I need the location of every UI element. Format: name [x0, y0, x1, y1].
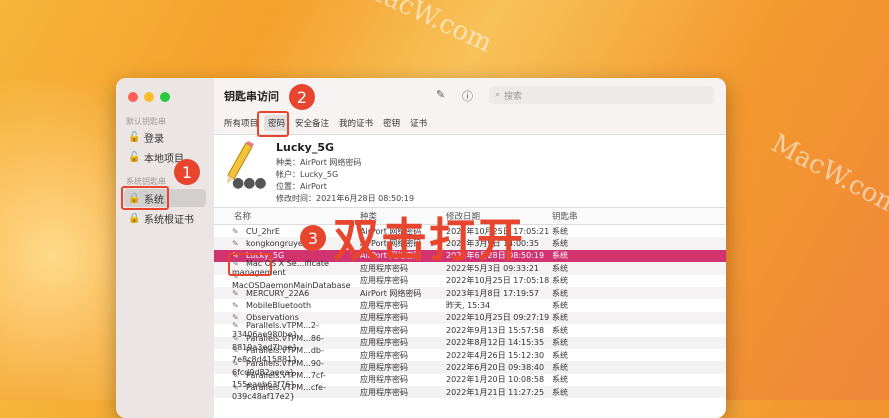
watermark-top: MacW.com	[355, 0, 497, 59]
table-row[interactable]: ✎ MobileBluetooth 应用程序密码 昨天, 15:34 系统	[214, 299, 726, 311]
table-row[interactable]: ✎MacOSDaemonMainDatabase 应用程序密码 2022年10月25…	[214, 272, 726, 290]
window-title: 钥匙串访问	[224, 90, 279, 103]
cell-modified: 2022年6月20日 09:38:40	[446, 362, 545, 372]
cell-modified: 2022年1月21日 11:27:25	[446, 387, 545, 397]
row-highlight	[228, 253, 272, 276]
cell-keychain: 系统	[552, 362, 568, 372]
cell-kind: 应用程序密码	[360, 325, 408, 335]
search-placeholder: 搜索	[504, 91, 523, 102]
key-item-icon: ✎	[232, 239, 239, 249]
zoom-button[interactable]	[160, 92, 170, 102]
key-item-icon: ✎	[232, 226, 239, 236]
cell-kind: 应用程序密码	[360, 338, 408, 348]
search-icon: ⌕	[495, 90, 501, 100]
cell-keychain: 系统	[552, 313, 568, 323]
tab-my-certificates[interactable]: 我的证书	[335, 115, 377, 131]
close-button[interactable]	[128, 92, 138, 102]
cell-name-text: Parallels.vTPM...cfe-039c48af17e2}	[232, 383, 326, 402]
key-item-icon: ✎	[232, 333, 239, 343]
tab-all-items[interactable]: 所有项目	[220, 115, 262, 131]
minimize-button[interactable]	[144, 92, 154, 102]
cell-keychain: 系统	[552, 226, 568, 236]
sidebar: 默认钥匙串 🔓 登录 🔓 本地项目 系统钥匙串 🔒 系统 🔒 系统根证书	[116, 78, 214, 418]
cell-modified: 2023年1月8日 17:19:57	[446, 288, 540, 298]
step-badge-1: 1	[174, 159, 200, 185]
key-item-icon: ✎	[232, 383, 239, 393]
cell-modified: 2022年1月20日 10:08:58	[446, 375, 545, 385]
cell-kind: 应用程序密码	[360, 362, 408, 372]
info-icon[interactable]: ⓘ	[462, 88, 473, 104]
cell-kind: 应用程序密码	[360, 375, 408, 385]
cell-name: ✎ Parallels.vTPM...cfe-039c48af17e2}	[214, 383, 360, 401]
sidebar-header-default: 默认钥匙串	[126, 117, 166, 126]
cell-kind: 应用程序密码	[360, 350, 408, 360]
watermark-right: MacW.com	[766, 128, 889, 222]
category-tabs: 所有项目 密码 安全备注 我的证书 密钥 证书	[214, 112, 726, 135]
lock-icon: 🔒	[128, 212, 141, 224]
lock-open-icon: 🔓	[128, 131, 141, 143]
detail-name: Lucky_5G	[276, 141, 335, 154]
tab-secure-notes[interactable]: 安全备注	[291, 115, 333, 131]
key-item-icon: ✎	[232, 288, 239, 298]
sidebar-item-label: 系统根证书	[144, 214, 194, 226]
cell-modified: 2022年8月12日 14:15:35	[446, 338, 545, 348]
cell-keychain: 系统	[552, 338, 568, 348]
tab-highlight	[257, 111, 289, 137]
cell-modified: 2022年9月13日 15:57:58	[446, 325, 545, 335]
table-row[interactable]: ✎ Parallels.vTPM...cfe-039c48af17e2} 应用程序密…	[214, 383, 726, 401]
sidebar-highlight	[121, 186, 169, 210]
tab-keys[interactable]: 密钥	[379, 115, 404, 131]
cell-modified: 2022年10月25日 09:27:19	[446, 313, 550, 323]
cell-kind: 应用程序密码	[360, 301, 408, 311]
cell-keychain: 系统	[552, 325, 568, 335]
cell-kind: AirPort 网络密码	[360, 288, 422, 298]
cell-name: ✎ MobileBluetooth	[214, 301, 360, 310]
key-item-icon: ✎	[232, 346, 239, 356]
cell-name-text: kongkongruye	[246, 239, 303, 249]
table-row[interactable]: ✎ MERCURY_22A6 AirPort 网络密码 2023年1月8日 17:19…	[214, 286, 726, 300]
cell-modified: 2022年4月26日 15:12:30	[446, 350, 545, 360]
cell-keychain: 系统	[552, 251, 568, 261]
cell-keychain: 系统	[552, 387, 568, 397]
key-item-icon: ✎	[232, 321, 239, 331]
sidebar-item-login[interactable]: 🔓 登录	[124, 128, 206, 146]
step-badge-2: 2	[289, 84, 315, 110]
key-item-icon: ✎	[232, 358, 239, 368]
cell-keychain: 系统	[552, 239, 568, 249]
window-controls	[128, 92, 170, 102]
cell-keychain: 系统	[552, 350, 568, 360]
cell-kind: 应用程序密码	[360, 387, 408, 397]
cell-name: ✎ MERCURY_22A6	[214, 289, 360, 298]
lock-open-icon: 🔓	[128, 151, 141, 163]
search-input[interactable]: ⌕ 搜索	[489, 86, 714, 104]
cell-name-text: CU_2hrE	[246, 226, 280, 236]
cell-keychain: 系统	[552, 288, 568, 298]
cell-name-text: MobileBluetooth	[246, 301, 312, 311]
instruction-text: 双击打开	[333, 213, 525, 267]
cell-modified: 2022年10月25日 17:05:18	[446, 276, 550, 286]
sidebar-item-system-roots[interactable]: 🔒 系统根证书	[124, 209, 206, 227]
cell-keychain: 系统	[552, 276, 568, 286]
cell-kind: 应用程序密码	[360, 276, 408, 286]
item-detail: ●●● Lucky_5G 种类：AirPort 网络密码 帐户：Lucky_5G…	[214, 135, 726, 208]
step-badge-3: 3	[300, 225, 326, 251]
detail-where: 位置：AirPort	[276, 182, 327, 191]
key-item-icon: ✎	[232, 370, 239, 380]
cell-keychain: 系统	[552, 301, 568, 311]
cell-keychain: 系统	[552, 375, 568, 385]
detail-modified: 修改时间：2021年6月28日 08:50:19	[276, 194, 415, 203]
tab-certificates[interactable]: 证书	[406, 115, 431, 131]
detail-account: 帐户：Lucky_5G	[276, 170, 339, 179]
compose-icon[interactable]: ✎	[436, 88, 445, 101]
key-item-icon: ✎	[232, 301, 239, 311]
cell-kind: 应用程序密码	[360, 313, 408, 323]
cell-keychain: 系统	[552, 263, 568, 273]
cell-name-text: MERCURY_22A6	[246, 288, 310, 298]
detail-kind: 种类：AirPort 网络密码	[276, 158, 362, 167]
cell-modified: 昨天, 15:34	[446, 301, 491, 311]
column-keychain[interactable]: 钥匙串	[552, 210, 612, 222]
password-dots-icon: ●●●	[232, 175, 267, 191]
sidebar-item-label: 登录	[144, 133, 164, 145]
